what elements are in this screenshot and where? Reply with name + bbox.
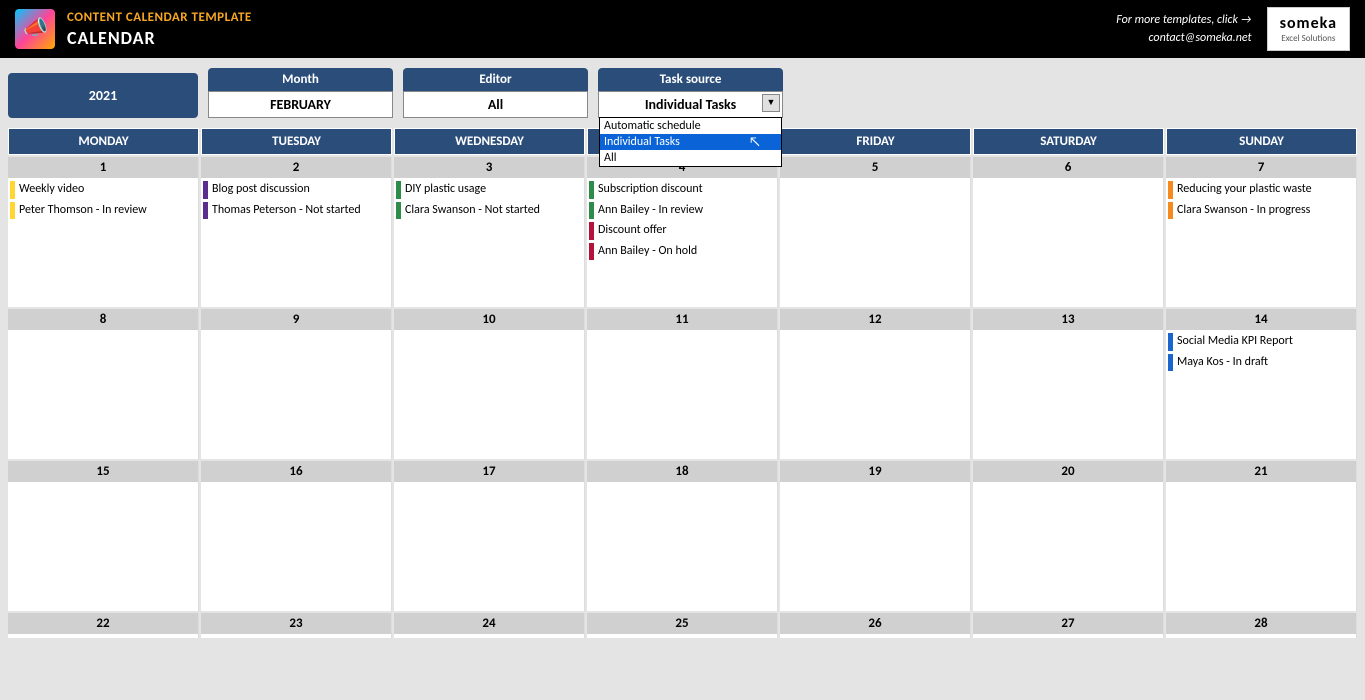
calendar-grid: MONDAY TUESDAY WEDNESDAY THURSDAY FRIDAY…	[0, 128, 1365, 638]
day-header-saturday: SATURDAY	[973, 128, 1164, 155]
task-item: Peter Thomson - In review	[8, 201, 198, 221]
page-title: CALENDAR	[67, 27, 1116, 49]
day-cell[interactable]: 1 Weekly video Peter Thomson - In review	[8, 157, 199, 307]
day-cell[interactable]: 22	[8, 613, 199, 638]
day-cell[interactable]: 17	[394, 461, 585, 611]
day-cell[interactable]: 20	[973, 461, 1164, 611]
task-item: Blog post discussion	[201, 180, 391, 200]
day-cell[interactable]: 14 Social Media KPI Report Maya Kos - In…	[1166, 309, 1357, 459]
day-cell[interactable]: 8	[8, 309, 199, 459]
task-source-dropdown[interactable]: Individual Tasks ▼ Automatic schedule In…	[598, 91, 783, 118]
day-cell[interactable]: 26	[780, 613, 971, 638]
task-color-bar	[589, 202, 594, 220]
dropdown-option[interactable]: All	[600, 150, 781, 166]
task-item: Clara Swanson - Not started	[394, 201, 584, 221]
task-item: DIY plastic usage	[394, 180, 584, 200]
dropdown-button[interactable]: ▼	[762, 94, 780, 112]
year-selector[interactable]: 2021	[8, 73, 198, 118]
dropdown-list: Automatic schedule Individual Tasks ↖ Al…	[599, 117, 782, 167]
template-title: CONTENT CALENDAR TEMPLATE	[67, 10, 1116, 25]
task-color-bar	[589, 181, 594, 199]
logo-icon	[15, 9, 55, 49]
task-color-bar	[589, 222, 594, 240]
filter-controls: 2021 Month FEBRUARY Editor All Task sour…	[0, 58, 1365, 128]
task-color-bar	[396, 181, 401, 199]
day-header-tuesday: TUESDAY	[201, 128, 392, 155]
editor-dropdown[interactable]: All	[403, 91, 588, 118]
task-color-bar	[203, 181, 208, 199]
task-color-bar	[1168, 354, 1173, 372]
task-color-bar	[396, 202, 401, 220]
task-item: Weekly video	[8, 180, 198, 200]
contact-email: contact@someka.net	[1116, 31, 1251, 45]
day-cell[interactable]: 9	[201, 309, 392, 459]
day-cell[interactable]: 13	[973, 309, 1164, 459]
more-templates-link[interactable]: For more templates, click →	[1116, 13, 1251, 27]
task-item: Social Media KPI Report	[1166, 332, 1356, 352]
task-item: Maya Kos - In draft	[1166, 353, 1356, 373]
day-cell[interactable]: 7 Reducing your plastic waste Clara Swan…	[1166, 157, 1357, 307]
day-cell[interactable]: 11	[587, 309, 778, 459]
month-filter: Month FEBRUARY	[208, 68, 393, 118]
day-cell[interactable]: 15	[8, 461, 199, 611]
day-header-sunday: SUNDAY	[1166, 128, 1357, 155]
day-cell[interactable]: 18	[587, 461, 778, 611]
task-item: Ann Bailey - On hold	[587, 242, 777, 262]
task-item: Subscription discount	[587, 180, 777, 200]
task-item: Thomas Peterson - Not started	[201, 201, 391, 221]
day-header-friday: FRIDAY	[780, 128, 971, 155]
task-item: Ann Bailey - In review	[587, 201, 777, 221]
task-color-bar	[1168, 202, 1173, 220]
task-color-bar	[203, 202, 208, 220]
month-dropdown[interactable]: FEBRUARY	[208, 91, 393, 118]
day-header-wednesday: WEDNESDAY	[394, 128, 585, 155]
task-color-bar	[1168, 181, 1173, 199]
day-cell[interactable]: 28	[1166, 613, 1357, 638]
task-item: Reducing your plastic waste	[1166, 180, 1356, 200]
task-color-bar	[10, 202, 15, 220]
day-cell[interactable]: 24	[394, 613, 585, 638]
dropdown-option-selected[interactable]: Individual Tasks ↖	[600, 134, 781, 150]
task-source-filter: Task source Individual Tasks ▼ Automatic…	[598, 68, 783, 118]
cursor-icon: ↖	[749, 133, 761, 150]
day-header-monday: MONDAY	[8, 128, 199, 155]
app-header: CONTENT CALENDAR TEMPLATE CALENDAR For m…	[0, 0, 1365, 58]
day-cell[interactable]: 2 Blog post discussion Thomas Peterson -…	[201, 157, 392, 307]
day-cell[interactable]: 5	[780, 157, 971, 307]
brand-logo[interactable]: someka Excel Solutions	[1267, 7, 1350, 51]
day-cell[interactable]: 10	[394, 309, 585, 459]
day-cell[interactable]: 16	[201, 461, 392, 611]
day-cell[interactable]: 6	[973, 157, 1164, 307]
day-cell[interactable]: 3 DIY plastic usage Clara Swanson - Not …	[394, 157, 585, 307]
dropdown-option[interactable]: Automatic schedule	[600, 118, 781, 134]
task-item: Discount offer	[587, 221, 777, 241]
day-cell[interactable]: 19	[780, 461, 971, 611]
task-color-bar	[10, 181, 15, 199]
day-cell[interactable]: 21	[1166, 461, 1357, 611]
editor-filter: Editor All	[403, 68, 588, 118]
task-color-bar	[589, 243, 594, 261]
task-item: Clara Swanson - In progress	[1166, 201, 1356, 221]
day-cell[interactable]: 23	[201, 613, 392, 638]
day-cell[interactable]: 27	[973, 613, 1164, 638]
day-cell[interactable]: 12	[780, 309, 971, 459]
day-cell[interactable]: 4 Subscription discount Ann Bailey - In …	[587, 157, 778, 307]
task-color-bar	[1168, 333, 1173, 351]
day-cell[interactable]: 25	[587, 613, 778, 638]
